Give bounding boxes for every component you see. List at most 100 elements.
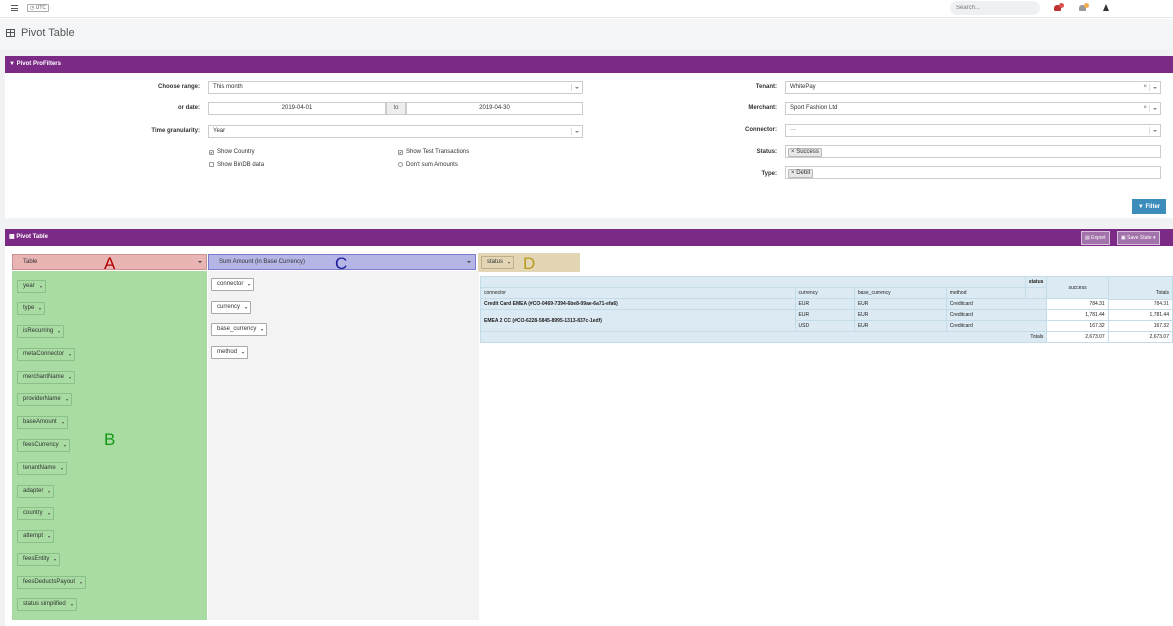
chevron-down-icon[interactable]	[508, 262, 511, 264]
attribute-chip[interactable]: adapter	[17, 485, 55, 498]
export-button[interactable]: ▤ Export	[1081, 231, 1110, 245]
show-bindb-checkbox[interactable]: Show BinDB data	[209, 162, 264, 168]
attribute-chip[interactable]: status	[481, 256, 515, 269]
bell-icon[interactable]	[1079, 3, 1089, 12]
save-state-button[interactable]: ▣ Save State ▾	[1117, 231, 1160, 245]
attribute-chip-label: feesDeductsPayout	[23, 579, 76, 585]
granularity-select[interactable]: Year	[208, 125, 583, 138]
attribute-chip[interactable]: currency	[211, 301, 252, 314]
clear-icon[interactable]: ×	[1143, 82, 1147, 93]
chevron-down-icon[interactable]	[70, 604, 73, 606]
clear-icon[interactable]: ×	[1143, 103, 1147, 114]
check-icon: ✔	[398, 150, 403, 155]
attribute-chip[interactable]: base_currency	[211, 323, 268, 336]
attribute-chip-label: metaConnector	[23, 351, 65, 357]
attribute-chip[interactable]: connector	[211, 278, 255, 291]
attribute-chip[interactable]: providerName	[17, 393, 72, 406]
filters-panel-title: Pivot ProFilters	[16, 61, 61, 67]
chevron-down-icon[interactable]	[63, 445, 66, 447]
attribute-chip[interactable]: attempt	[17, 530, 55, 543]
status-multiselect[interactable]: × Success	[785, 145, 1161, 158]
attribute-chip-label: adapter	[23, 488, 44, 494]
attribute-chip[interactable]: year	[17, 280, 46, 293]
attribute-chip-label: isRecurring	[23, 328, 54, 334]
chevron-down-icon[interactable]	[58, 331, 61, 333]
dont-sum-radio[interactable]: Don't sum Amounts	[398, 162, 458, 168]
utc-badge[interactable]: ◷ UTC	[27, 4, 50, 12]
chevron-down-icon[interactable]	[80, 582, 83, 584]
chevron-down-icon[interactable]	[242, 352, 245, 354]
merchant-select[interactable]: Sport Fashion Ltd ×	[785, 102, 1161, 115]
bell-icon[interactable]	[1054, 3, 1064, 12]
attribute-chip-label: type	[23, 305, 35, 311]
table-icon	[6, 29, 15, 37]
row-total-cell: 167.32	[1107, 320, 1173, 332]
range-select[interactable]: This month	[208, 81, 583, 94]
chevron-down-icon[interactable]	[69, 377, 72, 379]
attribute-chip[interactable]: isRecurring	[17, 325, 65, 338]
column-value-header: success	[1046, 276, 1109, 299]
file-icon: ▤	[1085, 235, 1090, 241]
rows-drop-zone[interactable]: connector currency base_currency method	[208, 271, 479, 620]
attribute-chip[interactable]: merchantName	[17, 371, 76, 384]
row-label: USD	[794, 320, 855, 332]
type-tag[interactable]: × Debit	[788, 169, 814, 178]
save-icon: ▣	[1121, 235, 1126, 241]
funnel-icon: ▼	[1137, 203, 1144, 210]
filter-button[interactable]: ▼ Filter	[1132, 199, 1166, 214]
date-from-input[interactable]: 2019-04-01	[208, 102, 386, 115]
attribute-chip[interactable]: country	[17, 507, 54, 520]
attribute-chip[interactable]: tenantName	[17, 462, 67, 475]
chevron-down-icon[interactable]	[261, 329, 264, 331]
page-title: Pivot Table	[21, 27, 75, 39]
chevron-down-icon[interactable]	[61, 422, 64, 424]
warning-icon[interactable]	[1103, 4, 1109, 11]
show-country-checkbox[interactable]: ✔ Show Country	[209, 149, 255, 155]
chevron-down-icon[interactable]	[248, 284, 251, 286]
chevron-down-icon[interactable]	[39, 286, 42, 288]
chevron-down-icon[interactable]	[65, 399, 68, 401]
chevron-down-icon[interactable]	[39, 308, 42, 310]
chevron-down-icon[interactable]	[48, 536, 51, 538]
row-label: EUR	[794, 298, 855, 310]
chevron-down-icon[interactable]	[48, 491, 51, 493]
search-input[interactable]	[950, 1, 1040, 15]
status-tag[interactable]: × Success	[788, 148, 822, 157]
funnel-icon: ▼	[9, 61, 15, 67]
date-label: or date:	[177, 105, 200, 111]
annotation-letter-a: A	[104, 254, 116, 273]
attribute-chip[interactable]: feesEntity	[17, 553, 61, 566]
attribute-chip[interactable]: feesCurrency	[17, 439, 70, 452]
chevron-down-icon[interactable]	[54, 559, 57, 561]
date-to-input[interactable]: 2019-04-30	[406, 102, 583, 115]
row-label: EUR	[853, 298, 947, 310]
grand-value-cell: 2,673.07	[1046, 331, 1109, 343]
connector-select[interactable]: ---	[785, 124, 1161, 137]
attribute-chip-label: year	[23, 283, 35, 289]
chevron-down-icon[interactable]	[69, 354, 72, 356]
top-navbar: ◷ UTC	[0, 0, 1173, 18]
page-header: Pivot Table	[0, 19, 1173, 49]
utc-label: UTC	[35, 5, 47, 11]
remove-tag-icon[interactable]: ×	[791, 149, 795, 155]
remove-tag-icon[interactable]: ×	[791, 170, 795, 176]
tenant-label: Tenant:	[755, 84, 777, 90]
attribute-chip[interactable]: feesDeductsPayout	[17, 576, 87, 589]
totals-row-label: Totals	[479, 331, 1048, 343]
attribute-chip-label: connector	[217, 281, 244, 287]
show-test-checkbox[interactable]: ✔ Show Test Transactions	[398, 149, 469, 155]
attribute-chip[interactable]: baseAmount	[17, 416, 68, 429]
tenant-select[interactable]: WhitePay ×	[785, 81, 1161, 94]
row-total-cell: 1,781.44	[1107, 309, 1173, 321]
chevron-down-icon[interactable]	[60, 468, 63, 470]
type-multiselect[interactable]: × Debit	[785, 166, 1161, 179]
date-to-addon: to	[386, 102, 406, 115]
attribute-chip[interactable]: type	[17, 302, 46, 315]
chevron-down-icon[interactable]	[245, 307, 248, 309]
chevron-down-icon[interactable]	[47, 513, 50, 515]
column-attribute-header: status	[1024, 276, 1048, 288]
menu-icon[interactable]	[11, 5, 18, 11]
attribute-chip[interactable]: status simplified	[17, 598, 77, 611]
attribute-chip[interactable]: method	[211, 346, 249, 359]
attribute-chip[interactable]: metaConnector	[17, 348, 76, 361]
